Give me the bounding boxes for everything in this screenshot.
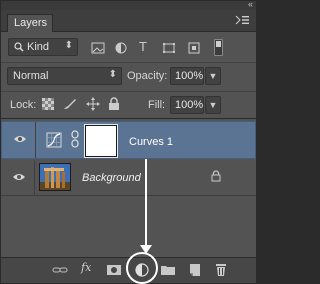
filter-row: Kind ⬍ T — [1, 34, 256, 60]
filter-toggle-switch[interactable] — [214, 39, 223, 56]
layer-mask-thumbnail[interactable] — [84, 124, 118, 158]
blend-mode-select[interactable]: Normal ⬍ — [7, 67, 122, 85]
lock-all-icon[interactable] — [108, 97, 122, 110]
curves-adjustment-icon — [46, 132, 62, 148]
visibility-column — [1, 160, 35, 195]
lock-image-icon[interactable] — [63, 98, 77, 110]
layers-panel: « Layers Kind ⬍ T Normal ⬍ Opacity: 100%… — [0, 0, 257, 284]
lock-row: Lock: Fill: 100% ▼ — [1, 91, 256, 117]
collapse-panel-button[interactable]: « — [248, 0, 253, 9]
pixel-filter-icon[interactable] — [91, 42, 105, 54]
filter-kind-select[interactable]: Kind ⬍ — [8, 38, 78, 56]
lock-position-icon[interactable] — [86, 97, 100, 111]
search-icon — [14, 41, 24, 53]
type-filter-icon[interactable]: T — [139, 39, 153, 54]
tab-layers[interactable]: Layers — [7, 14, 53, 32]
fill-field[interactable]: 100% — [170, 96, 204, 114]
chevron-updown-icon: ⬍ — [108, 69, 117, 80]
layers-list: Curves 1 Background — [1, 118, 256, 256]
opacity-field[interactable]: 100% — [170, 67, 204, 85]
new-layer-icon[interactable] — [187, 263, 203, 277]
lock-icon — [211, 170, 221, 182]
panel-top-strip: « — [1, 0, 256, 10]
blend-row: Normal ⬍ Opacity: 100% ▼ — [1, 62, 256, 88]
mask-link-icon[interactable] — [71, 130, 79, 148]
link-layers-icon[interactable] — [52, 263, 68, 277]
layer-image-thumbnail[interactable] — [39, 163, 71, 191]
lock-transparent-icon[interactable] — [42, 98, 56, 110]
add-mask-icon[interactable] — [106, 263, 122, 277]
visibility-column — [2, 122, 36, 158]
layer-name[interactable]: Background — [82, 172, 141, 184]
eye-icon[interactable] — [12, 172, 26, 182]
add-layer-style-icon[interactable]: fx — [81, 261, 91, 274]
fill-dropdown-icon[interactable]: ▼ — [205, 96, 221, 114]
adjustment-filter-icon[interactable] — [114, 42, 128, 54]
delete-layer-icon[interactable] — [213, 263, 229, 277]
blend-mode-value: Normal — [13, 70, 49, 82]
new-adjustment-layer-icon[interactable] — [134, 262, 150, 277]
eye-icon[interactable] — [13, 134, 27, 144]
lock-label: Lock: — [10, 99, 37, 111]
panel-menu-icon[interactable] — [235, 14, 249, 26]
smart-object-filter-icon[interactable] — [187, 42, 201, 54]
chevron-updown-icon: ⬍ — [64, 40, 73, 51]
filter-kind-label: Kind — [27, 41, 50, 53]
panel-footer: fx — [1, 257, 256, 283]
opacity-dropdown-icon[interactable]: ▼ — [205, 67, 221, 85]
layer-name[interactable]: Curves 1 — [129, 136, 173, 148]
opacity-label: Opacity: — [127, 70, 168, 82]
layer-row-background[interactable]: Background — [1, 160, 256, 196]
layer-row-curves[interactable]: Curves 1 — [1, 121, 256, 159]
new-group-icon[interactable] — [160, 263, 176, 277]
panel-tab-bar: Layers — [1, 10, 256, 32]
shape-filter-icon[interactable] — [162, 42, 176, 54]
fill-label: Fill: — [148, 99, 166, 111]
